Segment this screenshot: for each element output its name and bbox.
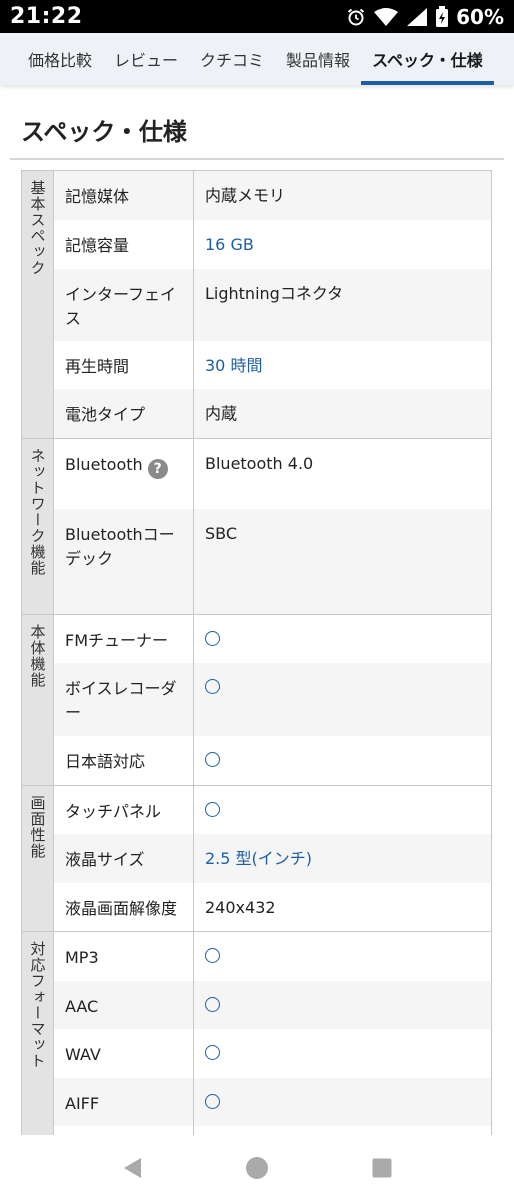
status-icons: 60% (346, 5, 504, 29)
spec-label (53, 1125, 194, 1135)
spec-group-label: 対応フォーマット (28, 941, 47, 1069)
spec-group-network: ネットワーク機能 (21, 438, 54, 615)
supported-circle-icon (205, 801, 220, 817)
spec-group-label: 画面性能 (28, 794, 47, 859)
back-button[interactable] (102, 1138, 162, 1198)
table-row: ボイスレコーダー (22, 663, 492, 736)
spec-label: 記憶媒体 (53, 171, 194, 220)
table-row (22, 1125, 492, 1135)
spec-label: インターフェイス (53, 269, 194, 341)
spec-label: 電池タイプ (53, 389, 194, 439)
supported-circle-icon (205, 679, 220, 694)
alarm-icon (346, 7, 366, 27)
spec-group-label: 本体機能 (28, 623, 47, 688)
tab-product-info[interactable]: 製品情報 (275, 33, 361, 85)
spec-label: 液晶サイズ (53, 833, 194, 883)
supported-circle-icon (205, 1044, 220, 1060)
supported-circle-icon (205, 1093, 220, 1109)
spec-value (193, 785, 492, 834)
table-row: 画面性能 タッチパネル (21, 785, 492, 932)
spec-group-basic: 基本スペック (21, 171, 54, 439)
spec-label: 記憶容量 (53, 220, 194, 269)
spec-value: 内蔵 (193, 389, 492, 439)
recents-icon (372, 1158, 392, 1177)
spec-group-label: 基本スペック (28, 180, 47, 276)
spec-group-device: 本体機能 (21, 614, 54, 786)
spec-label: ボイスレコーダー (53, 663, 194, 736)
tab-reviews[interactable]: レビュー (103, 33, 189, 85)
help-icon[interactable]: ? (147, 458, 168, 479)
supported-circle-icon (205, 752, 220, 767)
table-row: ネットワーク機能 Bluetooth? Bluetooth 4.0 (21, 438, 492, 615)
table-row: 液晶画面解像度 240x432 (22, 882, 492, 932)
spec-label: AAC (53, 980, 194, 1029)
page-title: スペック・仕様 (21, 118, 187, 146)
spec-group-display: 画面性能 (21, 785, 54, 932)
supported-circle-icon (205, 630, 220, 646)
supported-circle-icon (205, 948, 220, 963)
table-row: 日本語対応 (22, 736, 492, 786)
spec-label: 液晶画面解像度 (53, 882, 194, 932)
battery-icon (435, 5, 449, 28)
home-icon (245, 1156, 268, 1179)
spec-value-link[interactable]: 30 時間 (193, 341, 492, 389)
table-row: 記憶容量 16 GB (22, 220, 492, 269)
spec-label: 再生時間 (53, 341, 194, 389)
system-nav-bar (0, 1135, 514, 1200)
spec-value: Lightningコネクタ (193, 269, 492, 341)
spec-group-formats: 対応フォーマット (21, 931, 54, 1135)
spec-value: 内蔵メモリ (193, 171, 492, 220)
spec-label: Bluetooth? (53, 438, 194, 509)
spec-label: Bluetoothコーデック (53, 509, 194, 615)
spec-value (193, 1077, 492, 1126)
wifi-icon (373, 7, 399, 27)
signal-icon (406, 7, 428, 27)
spec-value (193, 614, 492, 663)
spec-value (193, 1125, 492, 1135)
spec-value-link[interactable]: 2.5 型(インチ) (193, 833, 492, 883)
spec-label: AIFF (53, 1077, 194, 1126)
battery-percentage: 60% (456, 4, 504, 29)
table-row: 電池タイプ 内蔵 (22, 389, 492, 439)
spec-group-label: ネットワーク機能 (28, 447, 47, 576)
spec-value (193, 663, 492, 736)
recents-button[interactable] (352, 1138, 412, 1198)
home-button[interactable] (227, 1138, 287, 1198)
spec-value (193, 1028, 492, 1078)
spec-value: Bluetooth 4.0 (193, 438, 492, 509)
tab-bar: 価格比較 レビュー クチコミ 製品情報 スペック・仕様 (0, 33, 514, 85)
spec-value (193, 980, 492, 1029)
spec-label: WAV (53, 1028, 194, 1078)
status-bar: 21:22 60% (0, 0, 514, 33)
tab-kuchikomi[interactable]: クチコミ (189, 33, 275, 85)
spec-label: タッチパネル (53, 785, 194, 834)
spec-label: 日本語対応 (53, 736, 194, 786)
spec-table-container: 基本スペック 記憶媒体 内蔵メモリ 記憶容量 16 GB インターフェイス Li… (21, 170, 492, 1135)
back-icon (124, 1157, 142, 1178)
table-row: 再生時間 30 時間 (22, 341, 492, 389)
spec-value: 240x432 (193, 882, 492, 932)
title-divider (10, 158, 504, 160)
spec-value-link[interactable]: 16 GB (193, 220, 492, 269)
table-row: Bluetoothコーデック SBC (22, 509, 492, 615)
spec-table: 基本スペック 記憶媒体 内蔵メモリ 記憶容量 16 GB インターフェイス Li… (21, 171, 492, 1135)
spec-label: FMチューナー (53, 614, 194, 663)
table-row: WAV (22, 1028, 492, 1078)
status-time: 21:22 (10, 4, 83, 29)
table-row: 対応フォーマット MP3 (21, 931, 492, 1135)
table-row: 液晶サイズ 2.5 型(インチ) (22, 833, 492, 883)
spec-value (193, 736, 492, 786)
table-row: AAC (22, 980, 492, 1029)
tab-price-comparison[interactable]: 価格比較 (17, 33, 103, 85)
spec-label-text: Bluetooth (65, 454, 143, 474)
spec-label: MP3 (53, 931, 194, 981)
table-row: インターフェイス Lightningコネクタ (22, 269, 492, 341)
table-row: 本体機能 FMチューナー (21, 614, 492, 786)
spec-value: SBC (193, 509, 492, 615)
table-row: 基本スペック 記憶媒体 内蔵メモリ (21, 171, 492, 439)
spec-value (193, 931, 492, 981)
tab-specs[interactable]: スペック・仕様 (361, 33, 494, 85)
table-row: AIFF (22, 1077, 492, 1126)
supported-circle-icon (205, 996, 220, 1012)
